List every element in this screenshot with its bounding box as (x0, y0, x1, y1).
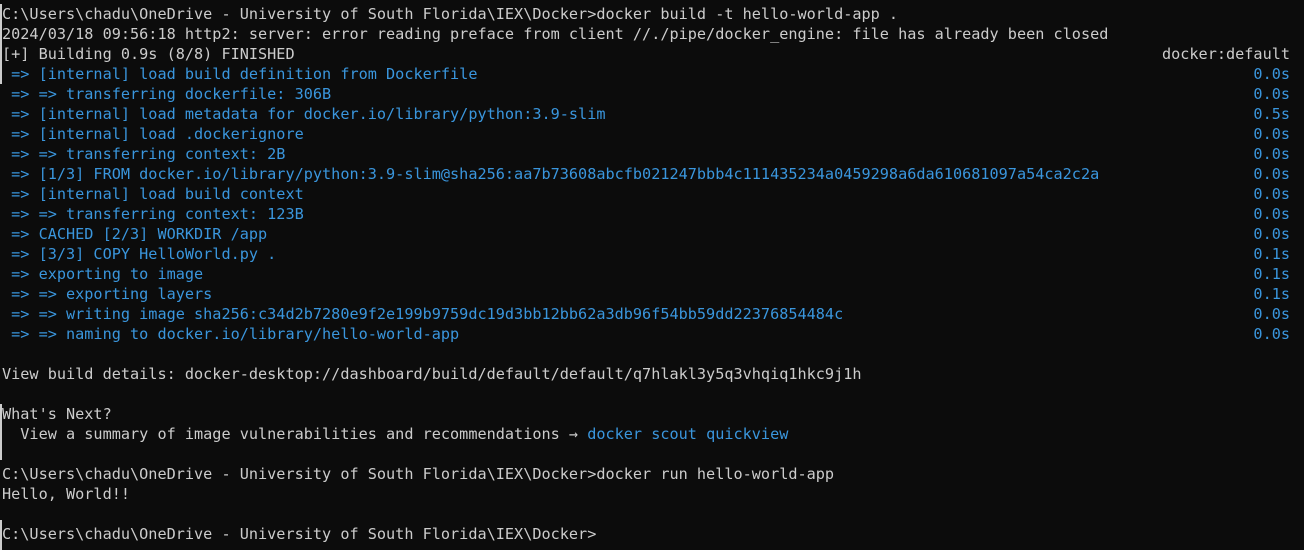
build-step-time: 0.0s (1253, 185, 1290, 203)
build-step-time: 0.1s (1253, 265, 1290, 283)
warning-text: 2024/03/18 09:56:18 http2: server: error… (2, 25, 1109, 43)
build-step-text: => [internal] load build context (2, 185, 304, 203)
build-step-time: 0.0s (1253, 325, 1290, 343)
build-step-time: 0.0s (1253, 145, 1290, 163)
whats-next-text: View a summary of image vulnerabilities … (2, 425, 588, 443)
left-edge-marker-bottom (0, 520, 2, 550)
program-output: Hello, World!! (2, 485, 131, 503)
build-step-text: => [1/3] FROM docker.io/library/python:3… (2, 165, 1100, 183)
build-step: => => naming to docker.io/library/hello-… (0, 324, 1304, 344)
build-step-text: => [internal] load build definition from… (2, 65, 478, 83)
build-step-text: => exporting to image (2, 265, 204, 283)
build-step-time: 0.0s (1253, 65, 1290, 83)
build-step-text: => => writing image sha256:c34d2b7280e9f… (2, 305, 844, 323)
command-line-run: C:\Users\chadu\OneDrive - University of … (0, 464, 1304, 484)
build-step-text: => CACHED [2/3] WORKDIR /app (2, 225, 268, 243)
build-step: => CACHED [2/3] WORKDIR /app 0.0s (0, 224, 1304, 244)
whats-next-line: View a summary of image vulnerabilities … (0, 424, 1304, 444)
build-step: => [3/3] COPY HelloWorld.py . 0.1s (0, 244, 1304, 264)
build-step-time: 0.1s (1253, 245, 1290, 263)
build-details-text: View build details: docker-desktop://das… (2, 365, 862, 383)
build-step-text: => => transferring context: 123B (2, 205, 304, 223)
build-step: => => transferring dockerfile: 306B 0.0s (0, 84, 1304, 104)
terminal-window[interactable]: C:\Users\chadu\OneDrive - University of … (0, 0, 1304, 550)
build-step: => [internal] load build context 0.0s (0, 184, 1304, 204)
build-step-text: => [internal] load metadata for docker.i… (2, 105, 606, 123)
left-edge-marker-top (0, 4, 2, 84)
build-step-text: => => exporting layers (2, 285, 213, 303)
build-steps-list: => [internal] load build definition from… (0, 64, 1304, 344)
build-step: => => exporting layers 0.1s (0, 284, 1304, 304)
build-step: => => transferring context: 123B 0.0s (0, 204, 1304, 224)
run-command-text: C:\Users\chadu\OneDrive - University of … (2, 465, 835, 483)
build-step-text: => [3/3] COPY HelloWorld.py . (2, 245, 277, 263)
build-step-time: 0.0s (1253, 225, 1290, 243)
build-step-time: 0.1s (1253, 285, 1290, 303)
prompt-line[interactable]: C:\Users\chadu\OneDrive - University of … (0, 524, 1304, 544)
build-step: => exporting to image 0.1s (0, 264, 1304, 284)
build-step: => => writing image sha256:c34d2b7280e9f… (0, 304, 1304, 324)
build-step: => [internal] load .dockerignore 0.0s (0, 124, 1304, 144)
build-step-time: 0.0s (1253, 305, 1290, 323)
build-step-time: 0.5s (1253, 105, 1290, 123)
build-details-line: View build details: docker-desktop://das… (0, 364, 1304, 384)
build-header-line: [+] Building 0.9s (8/8) FINISHED docker:… (0, 44, 1304, 64)
build-step: => [internal] load build definition from… (0, 64, 1304, 84)
scout-command-link[interactable]: docker scout quickview (587, 424, 788, 444)
build-step: => => transferring context: 2B 0.0s (0, 144, 1304, 164)
whats-next-title: What's Next? (0, 404, 1304, 424)
build-step-time: 0.0s (1253, 85, 1290, 103)
build-step-text: => => transferring dockerfile: 306B (2, 85, 332, 103)
warning-line: 2024/03/18 09:56:18 http2: server: error… (0, 24, 1304, 44)
build-status: [+] Building 0.9s (8/8) FINISHED (2, 45, 295, 63)
command-line-build: C:\Users\chadu\OneDrive - University of … (0, 4, 1304, 24)
build-step-text: => [internal] load .dockerignore (2, 125, 304, 143)
whats-next-heading: What's Next? (2, 405, 112, 423)
build-step-text: => => naming to docker.io/library/hello-… (2, 325, 460, 343)
left-edge-marker-mid (0, 404, 2, 460)
build-step-time: 0.0s (1253, 125, 1290, 143)
build-step: => [internal] load metadata for docker.i… (0, 104, 1304, 124)
build-step-text: => => transferring context: 2B (2, 145, 286, 163)
build-step-time: 0.0s (1253, 205, 1290, 223)
build-step: => [1/3] FROM docker.io/library/python:3… (0, 164, 1304, 184)
command-text: C:\Users\chadu\OneDrive - University of … (2, 5, 899, 23)
builder-name: docker:default (1161, 45, 1290, 63)
program-output-line: Hello, World!! (0, 484, 1304, 504)
prompt-text: C:\Users\chadu\OneDrive - University of … (2, 525, 597, 543)
build-step-time: 0.0s (1253, 165, 1290, 183)
